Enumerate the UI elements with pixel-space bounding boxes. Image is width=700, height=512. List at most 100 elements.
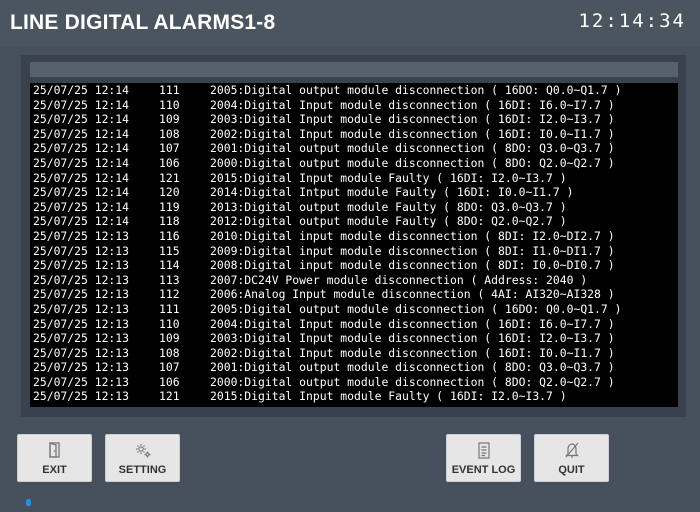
alarm-row[interactable]: 25/07/25 12:13 114 2008:Digital input modu… bbox=[30, 258, 678, 273]
alarm-message: 2015:Digital Input module Faulty ( 16DI:… bbox=[210, 170, 567, 185]
alarm-log-list[interactable]: 25/07/25 12:14 111 2005:Digital output mod… bbox=[30, 83, 678, 407]
alarm-row[interactable]: 25/07/25 12:14 118 2012:Digital output mod… bbox=[30, 214, 678, 229]
status-indicator bbox=[26, 499, 31, 506]
alarm-row[interactable]: 25/07/25 12:14 107 2001:Digital output mod… bbox=[30, 141, 678, 156]
alarm-message: 2014:Digital Intput module Faulty ( 16DI… bbox=[210, 185, 574, 200]
alarm-time: 25/07/25 12:13 bbox=[33, 301, 130, 316]
bell-off-icon bbox=[535, 441, 608, 459]
alarm-row[interactable]: 25/07/25 12:14 106 2000:Digital output mod… bbox=[30, 156, 678, 171]
alarm-row[interactable]: 25/07/25 12:14 110 2004:Digital Input modu… bbox=[30, 98, 678, 113]
alarm-code: 106 bbox=[159, 374, 180, 389]
alarm-row[interactable]: 25/07/25 12:13 106 2000:Digital output mod… bbox=[30, 375, 678, 390]
alarm-message: 2002:Digital Input module disconnection … bbox=[210, 126, 615, 141]
clock-display: 12:14:34 bbox=[578, 10, 686, 32]
quit-label: QUIT bbox=[558, 464, 585, 476]
event-log-label: EVENT LOG bbox=[451, 464, 516, 476]
alarm-message: 2010:Digital input module disconnection … bbox=[210, 228, 615, 243]
alarm-message: 2001:Digital output module disconnection… bbox=[210, 360, 615, 375]
alarm-code: 119 bbox=[159, 199, 180, 214]
alarm-row[interactable]: 25/07/25 12:13 121 2015:Digital Input modu… bbox=[30, 389, 678, 404]
alarm-row[interactable]: 25/07/25 12:13 112 2006:Analog Input modul… bbox=[30, 287, 678, 302]
alarm-row[interactable]: 25/07/25 12:13 110 2004:Digital Input modu… bbox=[30, 317, 678, 332]
alarm-message: 2001:Digital output module disconnection… bbox=[210, 141, 615, 156]
alarm-message: 2007:DC24V Power module disconnection ( … bbox=[210, 272, 588, 287]
alarm-row[interactable]: 25/07/25 12:13 115 2009:Digital input modu… bbox=[30, 244, 678, 259]
alarm-row[interactable]: 25/07/25 12:13 108 2002:Digital Input modu… bbox=[30, 346, 678, 361]
exit-button[interactable]: EXIT bbox=[17, 434, 92, 482]
alarm-message: 2008:Digital input module disconnection … bbox=[210, 258, 615, 273]
alarm-time: 25/07/25 12:14 bbox=[33, 214, 130, 229]
alarm-code: 107 bbox=[159, 360, 180, 375]
alarm-message: 2002:Digital Input module disconnection … bbox=[210, 345, 615, 360]
alarm-time: 25/07/25 12:14 bbox=[33, 141, 130, 156]
alarm-code: 118 bbox=[159, 214, 180, 229]
alarm-message: 2003:Digital Input module disconnection … bbox=[210, 331, 615, 346]
alarm-time: 25/07/25 12:14 bbox=[33, 97, 130, 112]
alarm-code: 111 bbox=[159, 83, 180, 97]
alarm-time: 25/07/25 12:13 bbox=[33, 374, 130, 389]
alarm-code: 106 bbox=[159, 155, 180, 170]
exit-label: EXIT bbox=[42, 464, 67, 476]
alarm-time: 25/07/25 12:14 bbox=[33, 185, 130, 200]
alarm-time: 25/07/25 12:13 bbox=[33, 360, 130, 375]
alarm-row[interactable]: 25/07/25 12:13 113 2007:DC24V Power module… bbox=[30, 273, 678, 288]
alarm-time: 25/07/25 12:14 bbox=[33, 112, 130, 127]
alarm-row[interactable]: 25/07/25 12:14 109 2003:Digital Input modu… bbox=[30, 112, 678, 127]
alarm-message: 2004:Digital Input module disconnection … bbox=[210, 97, 615, 112]
alarm-message: 2013:Digital output module Faulty ( 8DO:… bbox=[210, 199, 567, 214]
title-bar: LINE DIGITAL ALARMS1-8 12:14:34 bbox=[0, 0, 700, 46]
alarm-time: 25/07/25 12:13 bbox=[33, 287, 130, 302]
alarm-row[interactable]: 25/07/25 12:14 121 2015:Digital Input modu… bbox=[30, 171, 678, 186]
alarm-row[interactable]: 25/07/25 12:13 116 2010:Digital input modu… bbox=[30, 229, 678, 244]
alarm-row[interactable]: 25/07/25 12:14 119 2013:Digital output mod… bbox=[30, 200, 678, 215]
alarm-row[interactable]: 25/07/25 12:13 109 2003:Digital Input modu… bbox=[30, 331, 678, 346]
alarm-row[interactable]: 25/07/25 12:13 111 2005:Digital output mod… bbox=[30, 302, 678, 317]
alarm-code: 120 bbox=[159, 185, 180, 200]
page-title: LINE DIGITAL ALARMS1-8 bbox=[10, 11, 276, 34]
alarm-code: 110 bbox=[159, 97, 180, 112]
alarm-code: 109 bbox=[159, 331, 180, 346]
alarm-code: 112 bbox=[159, 287, 180, 302]
alarm-time: 25/07/25 12:13 bbox=[33, 272, 130, 287]
alarm-code: 116 bbox=[159, 228, 180, 243]
alarm-code: 108 bbox=[159, 126, 180, 141]
alarm-time: 25/07/25 12:13 bbox=[33, 316, 130, 331]
alarm-code: 114 bbox=[159, 258, 180, 273]
alarm-time: 25/07/25 12:13 bbox=[33, 228, 130, 243]
setting-label: SETTING bbox=[118, 464, 167, 476]
alarm-time: 25/07/25 12:14 bbox=[33, 170, 130, 185]
alarm-message: 2005:Digital output module disconnection… bbox=[210, 301, 622, 316]
alarm-code: 121 bbox=[159, 170, 180, 185]
alarm-row[interactable]: 25/07/25 12:14 120 2014:Digital Intput mod… bbox=[30, 185, 678, 200]
quit-button[interactable]: QUIT bbox=[534, 434, 609, 482]
alarm-time: 25/07/25 12:13 bbox=[33, 258, 130, 273]
alarm-message: 2000:Digital output module disconnection… bbox=[210, 374, 615, 389]
alarm-time: 25/07/25 12:14 bbox=[33, 199, 130, 214]
alarm-time: 25/07/25 12:13 bbox=[33, 331, 130, 346]
alarm-code: 109 bbox=[159, 112, 180, 127]
alarm-time: 25/07/25 12:13 bbox=[33, 243, 130, 258]
setting-button[interactable]: SETTING bbox=[105, 434, 180, 482]
alarm-code: 111 bbox=[159, 301, 180, 316]
gear-icon bbox=[106, 441, 179, 459]
event-log-button[interactable]: EVENT LOG bbox=[446, 434, 521, 482]
door-exit-icon bbox=[18, 441, 91, 459]
alarm-message: 2003:Digital Input module disconnection … bbox=[210, 112, 615, 127]
alarm-message: 2000:Digital output module disconnection… bbox=[210, 155, 615, 170]
alarm-time: 25/07/25 12:14 bbox=[33, 83, 130, 97]
alarm-message: 2004:Digital Input module disconnection … bbox=[210, 316, 615, 331]
alarm-code: 108 bbox=[159, 345, 180, 360]
alarm-message: 2006:Analog Input module disconnection (… bbox=[210, 287, 615, 302]
alarm-time: 25/07/25 12:14 bbox=[33, 155, 130, 170]
alarm-row[interactable]: 25/07/25 12:14 111 2005:Digital output mod… bbox=[30, 83, 678, 98]
alarm-code: 110 bbox=[159, 316, 180, 331]
alarm-message: 2015:Digital Input module Faulty ( 16DI:… bbox=[210, 389, 567, 404]
alarm-code: 115 bbox=[159, 243, 180, 258]
document-list-icon bbox=[447, 441, 520, 459]
alarm-row[interactable]: 25/07/25 12:14 108 2002:Digital Input modu… bbox=[30, 127, 678, 142]
alarm-code: 107 bbox=[159, 141, 180, 156]
alarm-message: 2012:Digital output module Faulty ( 8DO:… bbox=[210, 214, 567, 229]
alarm-row[interactable]: 25/07/25 12:13 107 2001:Digital output mod… bbox=[30, 360, 678, 375]
alarm-message: 2005:Digital output module disconnection… bbox=[210, 83, 622, 97]
alarm-code: 113 bbox=[159, 272, 180, 287]
